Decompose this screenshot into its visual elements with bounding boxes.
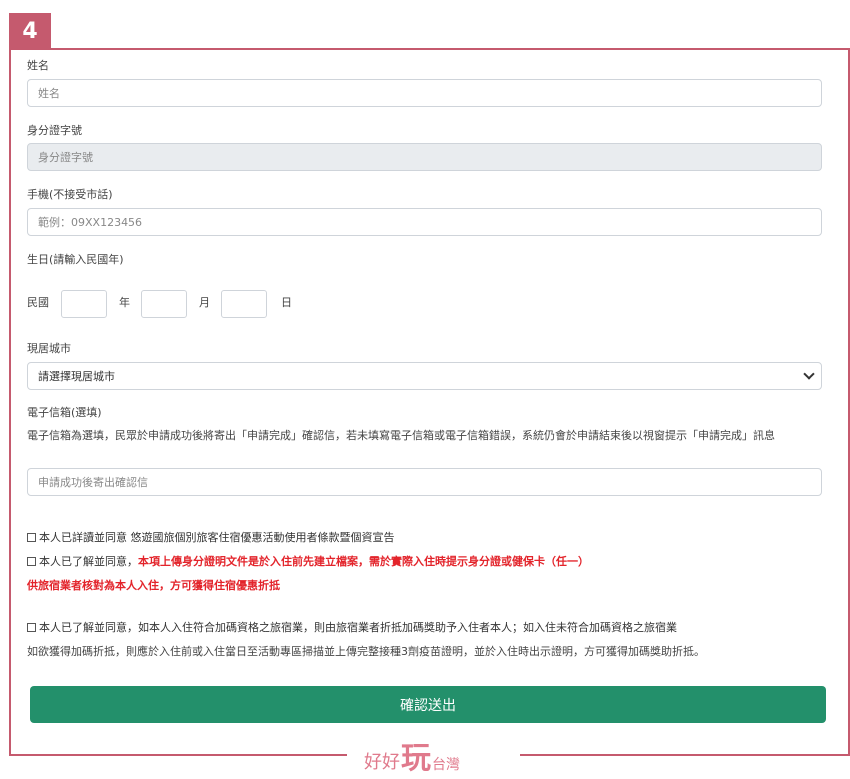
city-label: 現居城市 — [27, 342, 71, 355]
birthday-year-input[interactable] — [61, 290, 107, 318]
name-label: 姓名 — [27, 59, 49, 72]
city-select[interactable]: 請選擇現居城市 — [27, 362, 822, 390]
brand-logo: 好好 玩 台灣 — [364, 741, 460, 776]
birthday-day-input[interactable] — [221, 290, 267, 318]
id-number-label: 身分證字號 — [27, 124, 82, 137]
step-number-badge: 4 — [9, 13, 51, 49]
birthday-era-label: 民國 — [27, 296, 49, 309]
agreement-id-upload[interactable]: 本人已了解並同意， 本項上傳身分證明文件是於入住前先建立檔案，需於實際入住時提示… — [27, 553, 589, 569]
chevron-down-icon — [803, 368, 815, 380]
checkbox-id-upload[interactable] — [27, 556, 36, 566]
email-note: 電子信箱為選填，民眾於申請成功後將寄出「申請完成」確認信，若未填寫電子信箱或電子… — [27, 429, 775, 442]
name-input[interactable]: 姓名 — [27, 79, 822, 107]
agreement-bonus-line2: 如欲獲得加碼折抵，則應於入住前或入住當日至活動專區掃描並上傳完整接種3劑疫苗證明… — [27, 645, 705, 658]
email-label: 電子信箱(選填) — [27, 406, 102, 419]
agreement-terms-text: 本人已詳讀並同意 悠遊國旅個別旅客住宿優惠活動使用者條款暨個資宣告 — [39, 531, 395, 544]
frame-divider-right — [520, 754, 850, 756]
checkbox-terms[interactable] — [27, 532, 36, 542]
agreement-id-warning: 本項上傳身分證明文件是於入住前先建立檔案，需於實際入住時提示身分證或健保卡（任一… — [138, 555, 589, 568]
id-number-input: 身分證字號 — [27, 143, 822, 171]
agreement-terms[interactable]: 本人已詳讀並同意 悠遊國旅個別旅客住宿優惠活動使用者條款暨個資宣告 — [27, 529, 395, 545]
agreement-bonus[interactable]: 本人已了解並同意，如本人入住符合加碼資格之旅宿業，則由旅宿業者折抵加碼獎助予入住… — [27, 619, 677, 635]
agreement-id-prefix: 本人已了解並同意， — [39, 555, 138, 568]
birthday-month-unit: 月 — [199, 296, 210, 309]
agreement-id-warning-line2: 供旅宿業者核對為本人入住，方可獲得住宿優惠折抵 — [27, 579, 280, 592]
phone-label: 手機(不接受市話) — [27, 188, 113, 201]
birthday-month-input[interactable] — [141, 290, 187, 318]
checkbox-bonus[interactable] — [27, 622, 36, 632]
email-input[interactable]: 申請成功後寄出確認信 — [27, 468, 822, 496]
submit-button[interactable]: 確認送出 — [30, 686, 826, 723]
birthday-year-unit: 年 — [119, 296, 130, 309]
frame-divider-left — [9, 754, 347, 756]
agreement-bonus-text: 本人已了解並同意，如本人入住符合加碼資格之旅宿業，則由旅宿業者折抵加碼獎助予入住… — [39, 621, 677, 634]
birthday-day-unit: 日 — [281, 296, 292, 309]
phone-input[interactable]: 範例：09XX123456 — [27, 208, 822, 236]
birthday-label: 生日(請輸入民國年) — [27, 253, 124, 266]
city-select-value: 請選擇現居城市 — [38, 370, 115, 383]
